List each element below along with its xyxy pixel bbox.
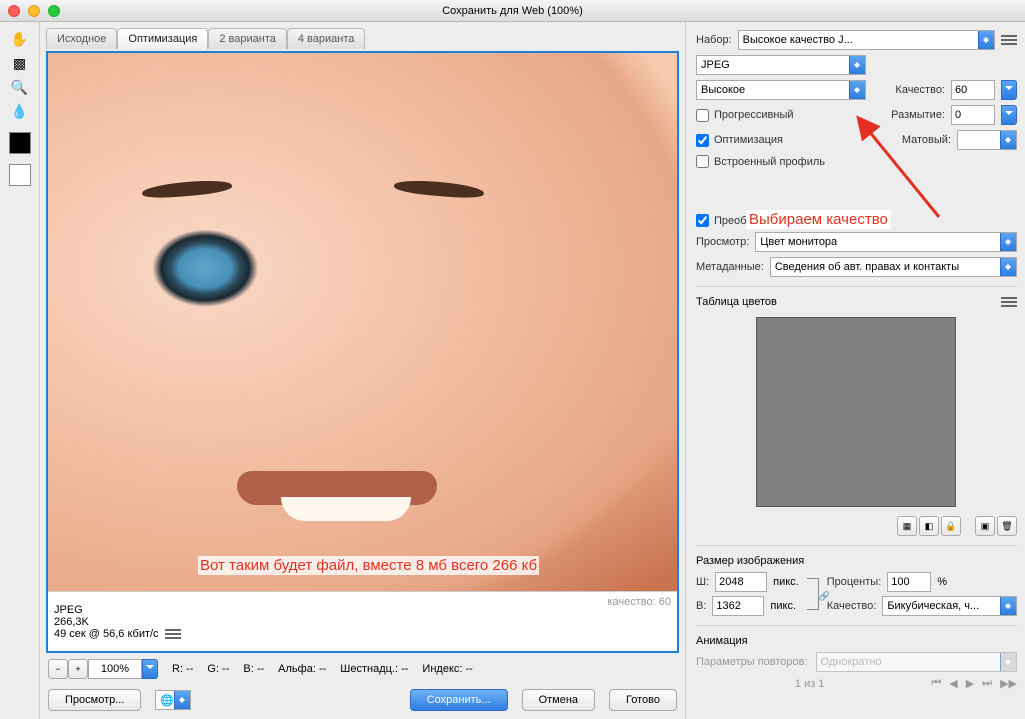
loop-select: Однократно	[816, 652, 1017, 672]
zoom-out-button[interactable]: −	[48, 659, 68, 679]
resample-select[interactable]: Бикубическая, ч...	[882, 596, 1017, 616]
pager-text: 1 из 1	[795, 678, 825, 690]
pager-next: ▶	[966, 677, 974, 690]
width-input[interactable]	[715, 572, 767, 592]
blur-stepper[interactable]	[1001, 105, 1017, 125]
preset-select[interactable]: Высокое качество J...	[738, 30, 995, 50]
ct-btn-1[interactable]: ▦	[897, 516, 917, 536]
zoom-window-button[interactable]	[48, 5, 60, 17]
readout-index: Индекс: --	[422, 663, 472, 675]
imgsize-label: Размер изображения	[696, 555, 1017, 567]
readout-g: G: --	[207, 663, 229, 675]
anim-label: Анимация	[696, 635, 1017, 647]
quality-input[interactable]	[951, 80, 995, 100]
annotation-quality: Выбираем качество	[746, 210, 891, 229]
preview-button[interactable]: Просмотр...	[48, 689, 141, 711]
preview-image	[48, 53, 677, 591]
tab-2up[interactable]: 2 варианта	[208, 28, 287, 49]
readout-hex: Шестнадц.: --	[340, 663, 408, 675]
action-row: Просмотр... 🌐 Сохранить... Отмена Готово	[46, 685, 679, 719]
minimize-window-button[interactable]	[28, 5, 40, 17]
ct-btn-new[interactable]: ▣	[975, 516, 995, 536]
format-select[interactable]: JPEG	[696, 55, 866, 75]
info-size: 266,3K	[54, 616, 671, 628]
colortable-label: Таблица цветов	[696, 296, 777, 308]
zoom-input[interactable]	[88, 659, 142, 679]
width-label: Ш:	[696, 576, 709, 588]
preset-label: Набор:	[696, 34, 732, 46]
pager-last: ⏭	[982, 677, 992, 690]
info-menu-icon[interactable]	[165, 629, 181, 639]
meta-label: Метаданные:	[696, 261, 764, 273]
embed-profile-label: Встроенный профиль	[714, 156, 825, 168]
embed-profile-checkbox[interactable]	[696, 155, 709, 168]
ct-btn-3[interactable]: 🔒	[941, 516, 961, 536]
quality-preset-select[interactable]: Высокое	[696, 80, 866, 100]
view-label: Просмотр:	[696, 236, 749, 248]
pager-play: ▶▶	[1000, 677, 1017, 690]
tool-strip: ✋ ▩ 🔍 💧	[0, 22, 40, 719]
arrow-annotation-2	[854, 114, 974, 224]
tab-optimize[interactable]: Оптимизация	[117, 28, 208, 49]
cancel-button[interactable]: Отмена	[522, 689, 595, 711]
height-unit: пикс.	[770, 600, 796, 612]
zoom-in-button[interactable]: +	[68, 659, 88, 679]
height-input[interactable]	[712, 596, 764, 616]
done-button[interactable]: Готово	[609, 689, 677, 711]
resample-label: Качество:	[827, 600, 877, 612]
preview-tabs: Исходное Оптимизация 2 варианта 4 вариан…	[46, 28, 679, 49]
progressive-label: Прогрессивный	[714, 109, 794, 121]
info-time: 49 сек @ 56,6 кбит/c	[54, 628, 159, 640]
percent-input[interactable]	[887, 572, 931, 592]
close-window-button[interactable]	[8, 5, 20, 17]
width-unit: пикс.	[773, 576, 799, 588]
eyedropper-tool[interactable]: 💧	[6, 100, 34, 122]
zoom-dropdown[interactable]	[142, 659, 158, 679]
percent-suffix: %	[937, 576, 947, 588]
window-title: Сохранить для Web (100%)	[0, 5, 1025, 17]
height-label: В:	[696, 600, 706, 612]
colortable-menu-icon[interactable]	[1001, 297, 1017, 307]
panel-menu-icon[interactable]	[1001, 35, 1017, 45]
readout-b: B: --	[243, 663, 264, 675]
settings-panel: Набор: Высокое качество J... JPEG Высоко…	[685, 22, 1025, 719]
srgb-checkbox[interactable]	[696, 214, 709, 227]
annotation-filesize: Вот таким будет файл, вместе 8 мб всего …	[198, 556, 539, 575]
tab-4up[interactable]: 4 варианта	[287, 28, 366, 49]
readout-alpha: Альфа: --	[278, 663, 326, 675]
info-quality: качество: 60	[607, 596, 671, 608]
preview-frame[interactable]: Вот таким будет файл, вместе 8 мб всего …	[46, 51, 679, 653]
preview-info-strip: JPEG 266,3K 49 сек @ 56,6 кбит/c качеств…	[48, 591, 677, 651]
colortable-box	[756, 317, 956, 507]
view-select[interactable]: Цвет монитора	[755, 232, 1017, 252]
tab-source[interactable]: Исходное	[46, 28, 117, 49]
ct-btn-2[interactable]: ◧	[919, 516, 939, 536]
hand-tool[interactable]: ✋	[6, 28, 34, 50]
browser-preview-select[interactable]: 🌐	[155, 690, 191, 710]
readout-r: R: --	[172, 663, 193, 675]
foreground-swatch[interactable]	[9, 132, 31, 154]
quality-stepper[interactable]	[1001, 80, 1017, 100]
ct-btn-trash[interactable]: 🗑	[997, 516, 1017, 536]
save-button[interactable]: Сохранить...	[410, 689, 508, 711]
quality-label: Качество:	[895, 84, 945, 96]
constrain-link-icon[interactable]	[807, 578, 819, 610]
optimized-checkbox[interactable]	[696, 134, 709, 147]
optimized-label: Оптимизация	[714, 134, 783, 146]
loop-label: Параметры повторов:	[696, 656, 808, 668]
pager-prev: ◀	[949, 677, 957, 690]
meta-select[interactable]: Сведения об авт. правах и контакты	[770, 257, 1017, 277]
zoom-tool[interactable]: 🔍	[6, 76, 34, 98]
pager-first: ⏮	[931, 677, 941, 690]
progressive-checkbox[interactable]	[696, 109, 709, 122]
percent-label: Проценты:	[827, 576, 882, 588]
info-format: JPEG	[54, 604, 671, 616]
status-bar: − + R: -- G: -- B: -- Альфа: -- Шестнадц…	[46, 653, 679, 685]
background-swatch[interactable]	[9, 164, 31, 186]
slice-select-tool[interactable]: ▩	[6, 52, 34, 74]
